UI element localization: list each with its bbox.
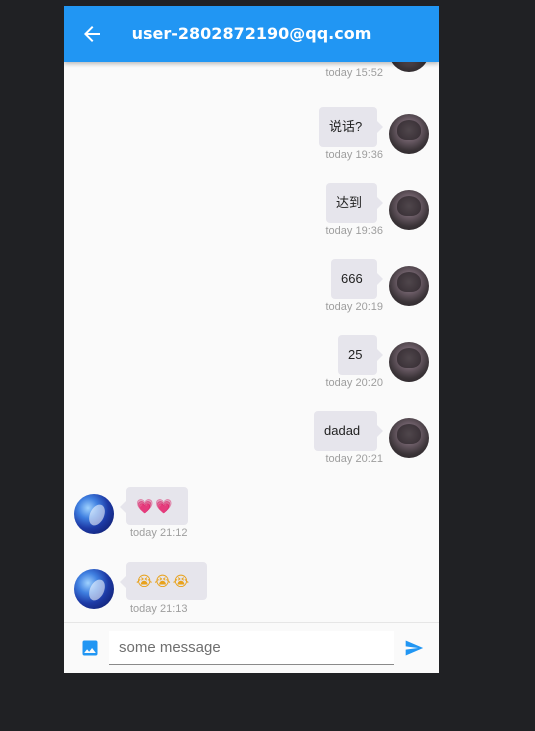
avatar[interactable] xyxy=(389,114,429,154)
message-time: today 15:52 xyxy=(325,67,384,79)
avatar[interactable] xyxy=(389,266,429,306)
avatar[interactable] xyxy=(74,569,114,609)
message-text: 😭😭😭 xyxy=(136,574,192,590)
message-item: 😭😭😭 today 21:13 xyxy=(64,562,439,622)
message-composer xyxy=(64,622,439,673)
chat-title: user-2802872190@qq.com xyxy=(131,24,372,43)
message-input[interactable] xyxy=(109,631,394,663)
message-list[interactable]: today 15:52 说话? today 19:36 达到 today 19:… xyxy=(64,62,439,622)
message-text: 25 xyxy=(348,347,363,362)
message-text: 666 xyxy=(341,271,363,286)
message-time: today 21:12 xyxy=(130,527,188,539)
chat-screen: user-2802872190@qq.com today 15:52 说话? t… xyxy=(64,6,439,673)
message-item: 666 today 20:19 xyxy=(64,259,439,319)
message-bubble[interactable]: 😭😭😭 xyxy=(120,562,207,600)
message-time: today 19:36 xyxy=(325,149,384,161)
message-bubble[interactable]: 25 xyxy=(338,335,383,375)
message-time: today 21:13 xyxy=(130,603,188,615)
message-bubble[interactable]: dadad xyxy=(314,411,383,451)
message-item: dadad today 20:21 xyxy=(64,411,439,471)
avatar[interactable] xyxy=(389,342,429,382)
message-time: today 20:19 xyxy=(325,301,384,313)
avatar[interactable] xyxy=(74,494,114,534)
message-item: today 15:52 xyxy=(64,62,439,88)
send-icon xyxy=(405,640,424,656)
message-item: 💗💗 today 21:12 xyxy=(64,487,439,547)
message-input-wrapper xyxy=(109,631,394,665)
avatar[interactable] xyxy=(389,418,429,458)
message-item: 25 today 20:20 xyxy=(64,335,439,395)
message-time: today 19:36 xyxy=(325,225,384,237)
message-bubble[interactable]: 说话? xyxy=(319,107,383,147)
message-text: 说话? xyxy=(329,119,363,134)
app-bar: user-2802872190@qq.com xyxy=(64,6,439,62)
avatar[interactable] xyxy=(389,62,429,72)
message-time: today 20:20 xyxy=(325,377,384,389)
message-bubble[interactable]: 💗💗 xyxy=(120,487,188,525)
message-text: 达到 xyxy=(336,195,363,210)
message-item: 说话? today 19:36 xyxy=(64,107,439,167)
message-text: 💗💗 xyxy=(136,499,175,515)
avatar[interactable] xyxy=(389,190,429,230)
arrow-back-icon xyxy=(84,26,100,42)
message-time: today 20:21 xyxy=(325,453,384,465)
image-button[interactable] xyxy=(80,638,100,658)
send-button[interactable] xyxy=(404,638,424,658)
message-item: 达到 today 19:36 xyxy=(64,183,439,243)
message-bubble[interactable]: 达到 xyxy=(326,183,383,223)
message-text: dadad xyxy=(324,423,361,438)
back-button[interactable] xyxy=(80,22,104,46)
image-icon xyxy=(82,640,98,656)
message-bubble[interactable]: 666 xyxy=(331,259,383,299)
